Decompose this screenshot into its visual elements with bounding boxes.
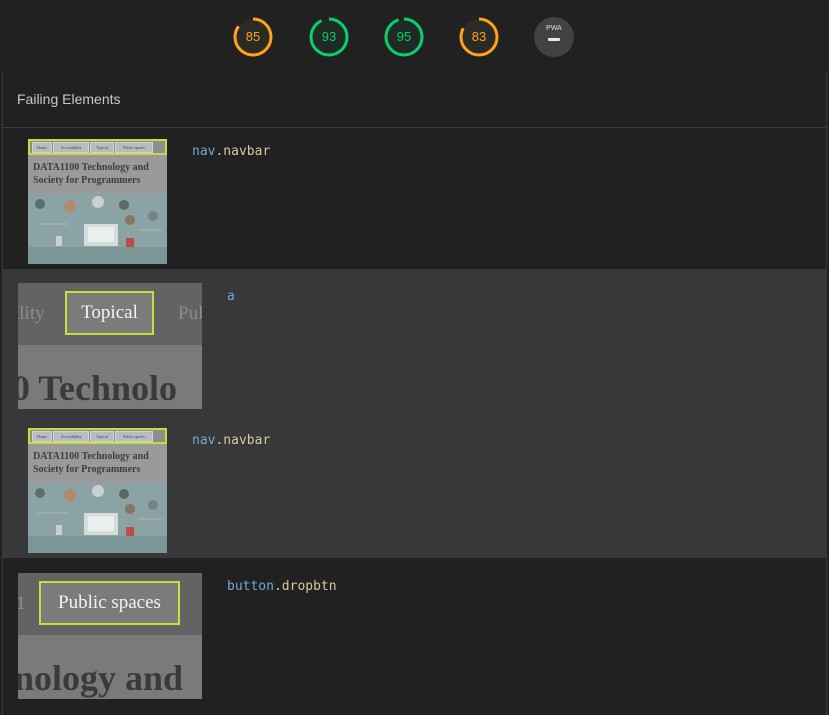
pwa-label: PWA [546, 25, 562, 32]
seo-score-gauge[interactable]: 83 [459, 17, 499, 57]
element-zoom-thumbnail: ility Topical Pul 0 Technolo [18, 283, 202, 409]
panel-title: Failing Elements [17, 91, 121, 107]
element-screenshot-thumbnail: Home Accessibility Topical Public spaces… [28, 428, 167, 553]
performance-score-gauge[interactable]: 85 [233, 17, 273, 57]
best-practices-score: 95 [396, 29, 412, 44]
failing-element-row[interactable]: Home Accessibility Topical Public spaces… [3, 128, 826, 268]
thumbnail-title-line: DATA1100 Technology and [33, 162, 149, 173]
zoom-ghost-text: Pul [178, 303, 202, 324]
thumbnail-floor [28, 247, 167, 264]
zoom-page-heading: 0 Technolo [18, 368, 178, 408]
thumbnail-nav-link: Accessibility [53, 142, 89, 153]
thumbnail-nav-link: Home [32, 142, 52, 153]
failing-element-row[interactable]: 1 Public spaces nology and button.dropbt… [3, 559, 826, 715]
zoom-page-heading: nology and [18, 658, 184, 698]
selector-class: .dropbtn [273, 579, 337, 594]
selector-tag: button [227, 579, 274, 594]
thumbnail-title-line: DATA1100 Technology and [33, 451, 149, 462]
selector-tag: nav [192, 144, 216, 159]
thumbnail-nav-link: Public spaces [115, 142, 153, 153]
failing-elements-panel: Failing Elements Home Accessibility Topi… [2, 72, 827, 715]
thumbnail-site-title: DATA1100 Technology and Society for Prog… [33, 450, 149, 476]
element-zoom-thumbnail: 1 Public spaces nology and [18, 573, 202, 699]
selector-class: .navbar [215, 433, 271, 448]
thumbnail-title-line: Society for Programmers [33, 464, 141, 475]
accessibility-score-gauge[interactable]: 93 [309, 17, 349, 57]
zoom-ghost-text: 1 [18, 593, 26, 615]
performance-score: 85 [245, 29, 261, 44]
panel-header: Failing Elements [3, 72, 826, 128]
element-selector: nav.navbar [192, 433, 270, 448]
selector-class: .navbar [215, 144, 271, 159]
failing-element-row[interactable]: ility Topical Pul 0 Technolo a Home Acce… [3, 269, 826, 558]
element-selector: a [227, 289, 235, 304]
thumbnail-nav-link: Accessibility [53, 431, 89, 442]
selector-tag: a [227, 289, 235, 304]
dash-icon [548, 38, 560, 41]
thumbnail-nav-link: Topical [90, 142, 114, 153]
element-selector: nav.navbar [192, 144, 270, 159]
highlighted-button: Public spaces [39, 581, 180, 625]
thumbnail-nav-link: Public spaces [115, 431, 153, 442]
thumbnail-nav-link: Home [32, 431, 52, 442]
best-practices-score-gauge[interactable]: 95 [384, 17, 424, 57]
thumbnail-site-title: DATA1100 Technology and Society for Prog… [33, 161, 149, 187]
accessibility-score: 93 [321, 29, 337, 44]
score-gauges: 85 93 95 83 PWA [0, 0, 829, 72]
selector-tag: nav [192, 433, 216, 448]
element-screenshot-thumbnail: Home Accessibility Topical Public spaces… [28, 139, 167, 264]
highlighted-link: Topical [65, 291, 154, 335]
pwa-badge[interactable]: PWA [534, 17, 574, 57]
thumbnail-nav-link: Topical [90, 431, 114, 442]
thumbnail-floor [28, 536, 167, 553]
thumbnail-title-line: Society for Programmers [33, 175, 141, 186]
seo-score: 83 [471, 29, 487, 44]
zoom-ghost-text: ility [18, 303, 45, 324]
element-selector: button.dropbtn [227, 579, 337, 594]
